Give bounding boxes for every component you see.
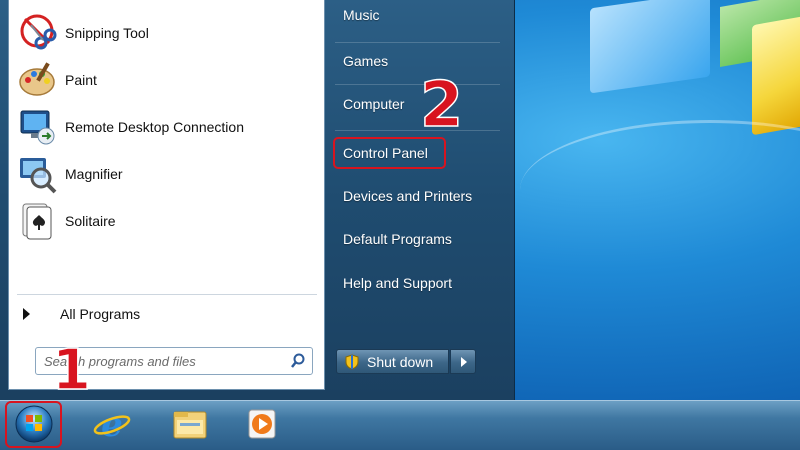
right-link-default-programs[interactable]: Default Programs [333, 224, 503, 254]
palette-icon [17, 60, 57, 100]
svg-text:e: e [101, 405, 123, 444]
menu-divider [17, 294, 317, 295]
triangle-right-icon [23, 308, 30, 320]
shield-icon [345, 353, 359, 370]
magnifier-icon [17, 154, 57, 194]
program-label: Solitaire [65, 213, 116, 229]
program-remote-desktop-connection[interactable]: Remote Desktop Connection [9, 104, 324, 150]
start-button-highlight-box [5, 401, 62, 448]
shutdown-button[interactable]: Shut down [336, 349, 449, 374]
program-label: Snipping Tool [65, 25, 149, 41]
program-label: Remote Desktop Connection [65, 119, 244, 135]
program-solitaire[interactable]: Solitaire [9, 198, 324, 244]
file-explorer-icon [170, 404, 210, 448]
windows-flag-yellow-pane [752, 14, 800, 136]
all-programs-label: All Programs [60, 306, 141, 322]
taskbar: e [0, 400, 800, 450]
right-link-computer[interactable]: Computer [333, 89, 503, 119]
step-number-1: 1 [51, 337, 91, 404]
start-menu-programs-pane: Snipping Tool Paint Remote Desktop Conne… [8, 0, 325, 390]
program-paint[interactable]: Paint [9, 57, 324, 103]
all-programs-button[interactable]: All Programs [23, 302, 140, 326]
internet-explorer-icon: e [92, 404, 132, 448]
chevron-right-icon [461, 357, 467, 367]
taskbar-internet-explorer[interactable]: e [82, 404, 142, 448]
playing-card-icon [17, 201, 57, 241]
right-pane-separator [335, 84, 500, 85]
right-link-help-and-support[interactable]: Help and Support [333, 268, 503, 298]
control-panel-highlight-box [333, 137, 446, 169]
shutdown-label: Shut down [367, 353, 434, 370]
right-pane-separator [335, 130, 500, 131]
right-pane-separator [335, 42, 500, 43]
step-number-2: 2 [419, 67, 464, 142]
right-link-music[interactable]: Music [333, 0, 503, 30]
program-label: Magnifier [65, 166, 123, 182]
remote-desktop-icon [17, 107, 57, 147]
media-player-icon [242, 404, 282, 448]
program-magnifier[interactable]: Magnifier [9, 151, 324, 197]
scissors-icon [17, 13, 57, 53]
windows-flag-blue-pane [590, 0, 710, 94]
wallpaper-swoosh [520, 120, 800, 260]
program-label: Paint [65, 72, 97, 88]
shutdown-options-button[interactable] [450, 349, 476, 374]
program-snipping-tool[interactable]: Snipping Tool [9, 10, 324, 56]
right-link-devices-and-printers[interactable]: Devices and Printers [333, 181, 503, 211]
right-link-games[interactable]: Games [333, 46, 503, 76]
taskbar-file-explorer[interactable] [160, 404, 220, 448]
search-icon[interactable] [290, 353, 306, 369]
taskbar-media-player[interactable] [232, 404, 292, 448]
